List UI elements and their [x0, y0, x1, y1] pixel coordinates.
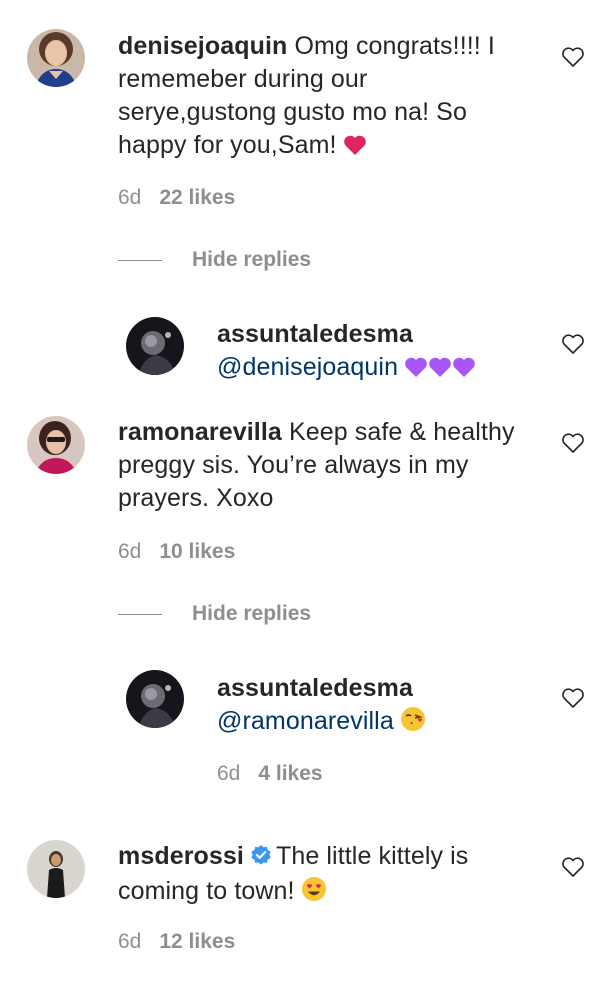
reply-text: assuntaledesma @denisejoaquin — [217, 318, 537, 387]
likes-count[interactable]: 10 likes — [159, 540, 235, 563]
purple-hearts-emoji — [404, 354, 476, 387]
reply-meta: 6d 4 likes — [217, 762, 323, 786]
username-link[interactable]: ramonarevilla — [118, 418, 282, 446]
like-heart-icon[interactable] — [561, 432, 585, 454]
timestamp: 6d — [118, 930, 142, 953]
hide-replies-line — [118, 260, 162, 261]
kiss-face-emoji — [400, 706, 426, 741]
mention-link[interactable]: @ramonarevilla — [217, 707, 394, 735]
verified-badge-icon — [250, 842, 272, 875]
avatar-denisejoaquin[interactable] — [27, 29, 85, 87]
timestamp: 6d — [217, 762, 241, 785]
reply-text: assuntaledesma @ramonarevilla — [217, 672, 537, 741]
comment-meta: 6d 22 likes — [118, 186, 235, 210]
username-link[interactable]: denisejoaquin — [118, 32, 287, 60]
comment-meta: 6d 12 likes — [118, 930, 235, 954]
comment-text: ramonarevilla Keep safe & healthy preggy… — [118, 418, 515, 512]
likes-count[interactable]: 12 likes — [159, 930, 235, 953]
username-link[interactable]: msderossi — [118, 842, 244, 870]
comment-meta: 6d 10 likes — [118, 540, 235, 564]
hide-replies-toggle[interactable]: Hide replies — [118, 602, 378, 626]
avatar-ramonarevilla[interactable] — [27, 416, 85, 474]
avatar-assuntaledesma[interactable] — [126, 317, 184, 375]
heart-eyes-face-emoji — [301, 876, 327, 911]
hide-replies-label[interactable]: Hide replies — [192, 602, 311, 626]
hide-replies-line — [118, 614, 162, 615]
likes-count[interactable]: 22 likes — [159, 186, 235, 209]
hide-replies-toggle[interactable]: Hide replies — [118, 248, 378, 272]
username-link[interactable]: assuntaledesma — [217, 318, 537, 351]
red-heart-emoji — [343, 132, 367, 165]
username-link[interactable]: assuntaledesma — [217, 672, 537, 705]
like-heart-icon[interactable] — [561, 46, 585, 68]
comment-text: denisejoaquin Omg congrats!!!! I rememeb… — [118, 30, 538, 165]
mention-link[interactable]: @denisejoaquin — [217, 353, 398, 381]
avatar-assuntaledesma[interactable] — [126, 670, 184, 728]
hide-replies-label[interactable]: Hide replies — [192, 248, 311, 272]
timestamp: 6d — [118, 186, 142, 209]
like-heart-icon[interactable] — [561, 333, 585, 355]
comment-text: msderossi The little kittely is coming t… — [118, 840, 548, 911]
like-heart-icon[interactable] — [561, 687, 585, 709]
timestamp: 6d — [118, 540, 142, 563]
likes-count[interactable]: 4 likes — [258, 762, 322, 785]
like-heart-icon[interactable] — [561, 856, 585, 878]
avatar-msderossi[interactable] — [27, 840, 85, 898]
